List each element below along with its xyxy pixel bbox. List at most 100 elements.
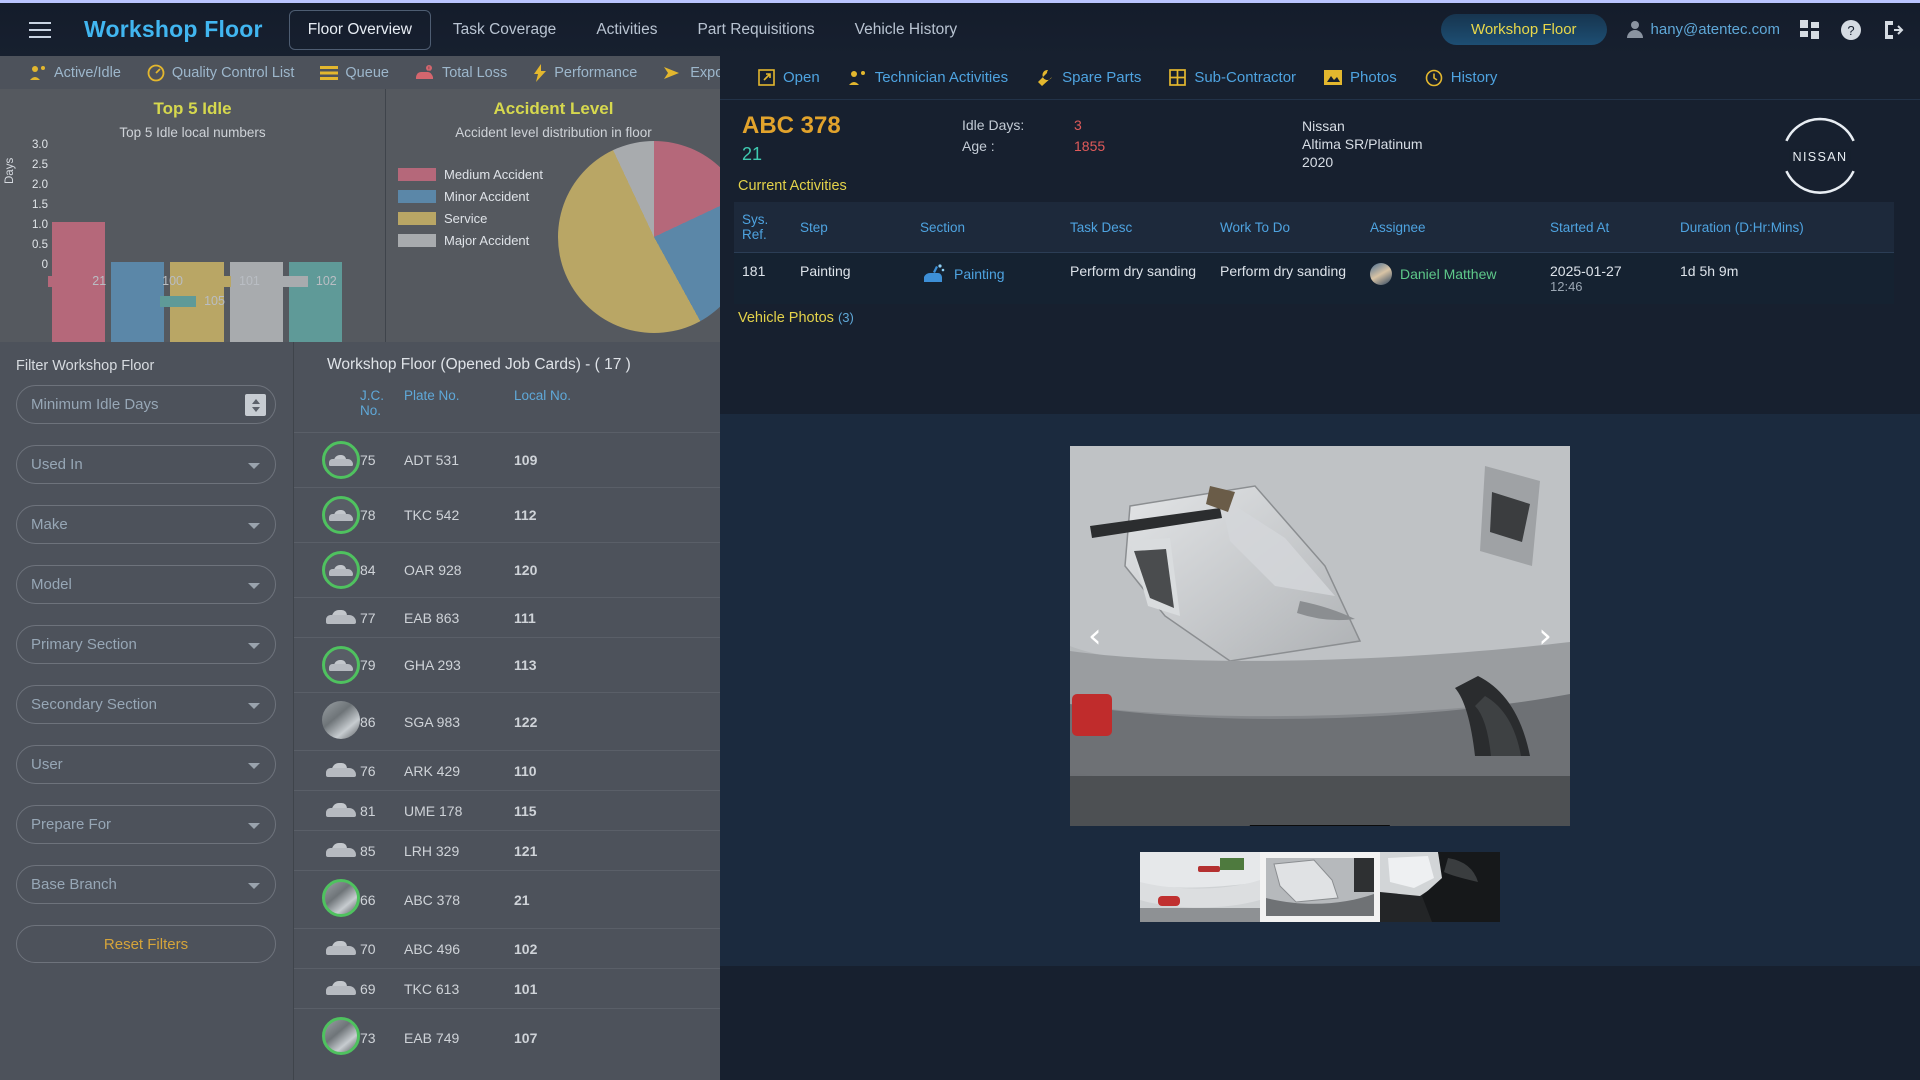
cell-plate-no: GHA 293 [404, 637, 514, 693]
table-row[interactable]: 76 ARK 429 110 [294, 750, 722, 791]
legend-item[interactable]: 105 [160, 294, 225, 308]
photo-thumbnail-1[interactable] [1260, 852, 1380, 922]
quantity-stepper[interactable] [245, 394, 266, 416]
tab-activities[interactable]: Activities [578, 11, 675, 49]
col-work-to-do[interactable]: Work To Do [1212, 202, 1362, 253]
logout-icon[interactable] [1882, 19, 1904, 41]
tab-task-coverage[interactable]: Task Coverage [435, 11, 574, 49]
photo-viewer[interactable]: ‹ › Mon Jan 27 2025 [1070, 446, 1570, 826]
vehicle-local-number: 21 [742, 144, 763, 164]
car-icon-ringed [322, 646, 360, 684]
col-duration[interactable]: Duration (D:Hr:Mins) [1672, 202, 1894, 253]
toolbar-total-loss[interactable]: ! Total Loss [402, 64, 520, 81]
col-icon[interactable] [294, 384, 360, 433]
table-row[interactable]: 70 ABC 496 102 [294, 928, 722, 969]
cell-local-no: 101 [514, 968, 722, 1009]
col-local-no[interactable]: Local No. [514, 384, 722, 433]
legend-swatch [48, 275, 85, 287]
car-icon [328, 657, 354, 673]
toolbar-quality-control-list[interactable]: Quality Control List [134, 64, 308, 82]
filter-user[interactable]: User [16, 745, 276, 784]
cell-section-label: Painting [954, 266, 1005, 282]
photo-thumbnail-2[interactable] [1380, 852, 1500, 922]
filter-base-branch[interactable]: Base Branch [16, 865, 276, 904]
table-row[interactable]: 181 Painting Painting Perform dry sandin… [734, 252, 1894, 304]
pie-legend-item[interactable]: Major Accident [398, 233, 543, 248]
cell-started-at: 2025-01-27 12:46 [1542, 252, 1672, 304]
table-row[interactable]: 81 UME 178 115 [294, 790, 722, 831]
help-question-icon[interactable]: ? [1840, 19, 1862, 41]
hamburger-icon[interactable] [18, 10, 62, 50]
col-step[interactable]: Step [792, 202, 912, 253]
legend-item[interactable]: 100 [118, 274, 183, 288]
filter-model[interactable]: Model [16, 565, 276, 604]
job-cards-panel: Workshop Floor (Opened Job Cards) - ( 17… [293, 342, 722, 1080]
photo-gallery: ‹ › Mon Jan 27 2025 [720, 414, 1920, 966]
legend-item[interactable]: 21 [48, 274, 106, 288]
detail-spare-parts-button[interactable]: Spare Parts [1022, 69, 1155, 87]
legend-item[interactable]: 102 [271, 274, 337, 288]
table-row[interactable]: 75 ADT 531 109 [294, 432, 722, 488]
table-row[interactable]: 86 SGA 983 122 [294, 692, 722, 751]
detail-photos-button[interactable]: Photos [1310, 69, 1411, 86]
detail-sub-contractor-button[interactable]: Sub-Contractor [1155, 69, 1310, 86]
photo-thumbnail-0[interactable] [1140, 852, 1260, 922]
col-assignee[interactable]: Assignee [1362, 202, 1542, 253]
workers-icon [30, 65, 45, 80]
context-pill-workshop-floor[interactable]: Workshop Floor [1440, 14, 1607, 45]
toolbar-performance[interactable]: Performance [520, 63, 650, 82]
table-row[interactable]: 73 EAB 749 107 [294, 1008, 722, 1066]
cell-section: Painting [912, 252, 1062, 304]
panel-scrollbar[interactable] [1912, 56, 1920, 1080]
filter-primary-section[interactable]: Primary Section [16, 625, 276, 664]
chevron-down-icon [248, 883, 260, 889]
filter-minimum-idle-days[interactable]: Minimum Idle Days [16, 385, 276, 424]
toolbar-active-idle[interactable]: Active/Idle [16, 65, 134, 81]
legend-label: 100 [162, 274, 184, 288]
col-plate-no[interactable]: Plate No. [404, 384, 514, 433]
detail-open-button[interactable]: Open [744, 69, 834, 86]
vehicle-plate-number: ABC 378 [742, 112, 841, 139]
pie-legend-item[interactable]: Service [398, 211, 543, 226]
toolbar-queue-label: Queue [345, 64, 389, 81]
tab-vehicle-history[interactable]: Vehicle History [837, 11, 976, 49]
table-row[interactable]: 79 GHA 293 113 [294, 637, 722, 693]
filter-make[interactable]: Make [16, 505, 276, 544]
gauge-icon [147, 64, 165, 81]
detail-history-label: History [1450, 69, 1498, 86]
detail-history-button[interactable]: History [1411, 69, 1512, 87]
pie-legend-item[interactable]: Minor Accident [398, 189, 543, 204]
reset-filters-button[interactable]: Reset Filters [16, 925, 276, 963]
car-icon [324, 977, 358, 997]
car-icon [328, 507, 354, 523]
pie-legend-label: Medium Accident [444, 167, 543, 182]
col-sys-ref[interactable]: Sys. Ref. [734, 202, 792, 253]
tab-part-requisitions[interactable]: Part Requisitions [679, 11, 832, 49]
tab-floor-overview[interactable]: Floor Overview [288, 9, 431, 50]
col-section[interactable]: Section [912, 202, 1062, 253]
cell-jc-no: 85 [360, 830, 404, 871]
chevron-down-icon [248, 643, 260, 649]
legend-item[interactable]: 101 [195, 274, 260, 288]
chevron-left-icon[interactable]: ‹ [1088, 616, 1102, 656]
filter-prepare-for[interactable]: Prepare For [16, 805, 276, 844]
toolbar-queue[interactable]: Queue [307, 65, 402, 81]
filter-used-in[interactable]: Used In [16, 445, 276, 484]
col-jc-no[interactable]: J.C. No. [360, 384, 404, 433]
table-row[interactable]: 69 TKC 613 101 [294, 968, 722, 1009]
table-row[interactable]: 85 LRH 329 121 [294, 830, 722, 871]
table-row[interactable]: 66 ABC 378 21 [294, 870, 722, 929]
table-row[interactable]: 84 OAR 928 120 [294, 542, 722, 598]
pie-legend-item[interactable]: Medium Accident [398, 167, 543, 182]
table-row[interactable]: 77 EAB 863 111 [294, 597, 722, 638]
user-account[interactable]: hany@atentec.com [1626, 21, 1780, 38]
cell-assignee-name: Daniel Matthew [1400, 266, 1497, 282]
apps-grid-icon[interactable] [1800, 19, 1820, 40]
table-row[interactable]: 78 TKC 542 112 [294, 487, 722, 543]
vehicle-photo-icon-ringed [322, 879, 360, 917]
col-task-desc[interactable]: Task Desc [1062, 202, 1212, 253]
col-started-at[interactable]: Started At [1542, 202, 1672, 253]
detail-technician-activities-button[interactable]: Technician Activities [834, 69, 1022, 86]
chevron-right-icon[interactable]: › [1538, 616, 1552, 656]
filter-secondary-section[interactable]: Secondary Section [16, 685, 276, 724]
